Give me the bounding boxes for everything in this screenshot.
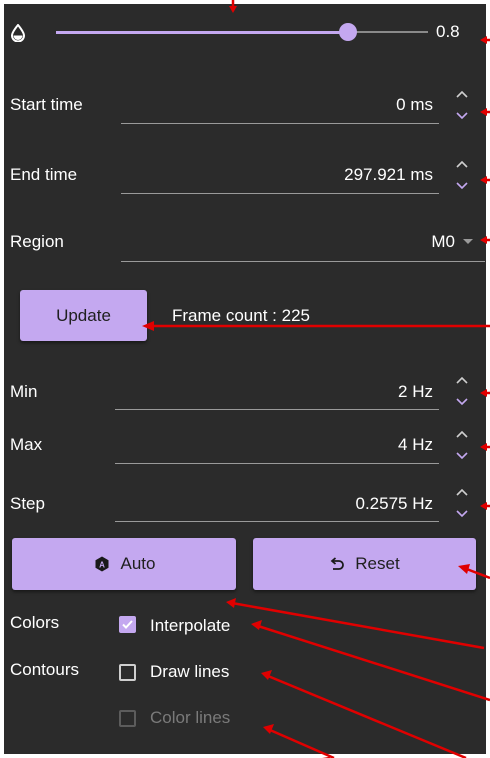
max-field[interactable]: 4 Hz — [115, 428, 439, 464]
chevron-up-icon[interactable] — [454, 486, 470, 498]
min-unit: Hz — [412, 382, 433, 401]
start-time-value: 0 ms — [396, 95, 433, 114]
chevron-up-icon[interactable] — [454, 428, 470, 440]
contours-label: Contours — [10, 660, 79, 679]
frame-count-label: Frame count : — [172, 306, 277, 325]
end-time-underline — [121, 193, 439, 194]
opacity-value: 0.8 — [436, 22, 460, 41]
opacity-slider[interactable] — [56, 22, 428, 42]
color-lines-label: Color lines — [150, 708, 231, 727]
draw-lines-checkbox[interactable] — [119, 664, 136, 681]
interpolate-checkbox[interactable] — [119, 616, 136, 633]
undo-icon — [329, 556, 355, 572]
end-time-stepper[interactable] — [454, 154, 470, 198]
max-underline — [115, 463, 439, 464]
checkmark-icon — [122, 620, 133, 629]
droplet-icon — [10, 23, 26, 43]
start-time-unit: ms — [410, 95, 433, 114]
start-time-underline — [121, 123, 439, 124]
min-value: 2 Hz — [398, 382, 433, 401]
reset-button[interactable]: Reset — [253, 538, 476, 590]
start-time-field[interactable]: 0 ms — [121, 88, 439, 124]
frame-count: Frame count : 225 — [172, 306, 310, 326]
step-stepper[interactable] — [454, 482, 470, 526]
chevron-down-icon[interactable] — [454, 450, 470, 462]
color-lines-checkbox — [119, 710, 136, 727]
step-unit: Hz — [412, 494, 433, 513]
region-underline — [121, 261, 485, 262]
chevron-up-icon[interactable] — [454, 88, 470, 100]
end-time-value: 297.921 ms — [344, 165, 433, 184]
start-time-label: Start time — [10, 95, 83, 114]
step-value: 0.2575 Hz — [355, 494, 433, 513]
chevron-down-icon[interactable] — [454, 396, 470, 408]
settings-panel: 0.8 Start time 0 ms End time 297.921 ms … — [4, 4, 486, 754]
chevron-down-icon[interactable] — [454, 508, 470, 520]
end-time-unit: ms — [410, 165, 433, 184]
frame-count-value: 225 — [281, 306, 310, 325]
step-underline — [115, 521, 439, 522]
chevron-up-icon[interactable] — [454, 374, 470, 386]
min-stepper[interactable] — [454, 370, 470, 414]
start-time-stepper[interactable] — [454, 84, 470, 128]
end-time-label: End time — [10, 165, 78, 184]
max-value: 4 Hz — [398, 435, 433, 454]
reset-button-label: Reset — [355, 554, 400, 573]
max-unit: Hz — [412, 435, 433, 454]
chevron-down-icon[interactable] — [454, 110, 470, 122]
min-underline — [115, 409, 439, 410]
min-label: Min — [10, 382, 38, 401]
max-label: Max — [10, 435, 43, 454]
interpolate-label[interactable]: Interpolate — [150, 616, 230, 636]
update-button[interactable]: Update — [20, 290, 147, 341]
slider-thumb[interactable] — [339, 23, 357, 41]
svg-text:A: A — [99, 560, 105, 569]
region-value: M0 — [431, 232, 455, 251]
end-time-field[interactable]: 297.921 ms — [121, 158, 439, 194]
step-label: Step — [10, 494, 45, 513]
draw-lines-label[interactable]: Draw lines — [150, 662, 229, 682]
max-stepper[interactable] — [454, 424, 470, 468]
chevron-down-icon[interactable] — [454, 180, 470, 192]
chevron-up-icon[interactable] — [454, 158, 470, 170]
chevron-down-icon — [463, 239, 473, 244]
step-field[interactable]: 0.2575 Hz — [115, 486, 439, 522]
slider-track-filled — [56, 31, 348, 34]
update-button-label: Update — [56, 305, 111, 325]
colors-label: Colors — [10, 613, 60, 632]
auto-button-label: Auto — [120, 554, 156, 573]
auto-button[interactable]: A Auto — [12, 538, 236, 590]
slider-track-rest — [348, 31, 428, 33]
auto-gear-icon: A — [93, 555, 121, 573]
min-field[interactable]: 2 Hz — [115, 374, 439, 410]
region-label: Region — [10, 232, 64, 251]
region-select[interactable]: M0 — [121, 224, 485, 262]
